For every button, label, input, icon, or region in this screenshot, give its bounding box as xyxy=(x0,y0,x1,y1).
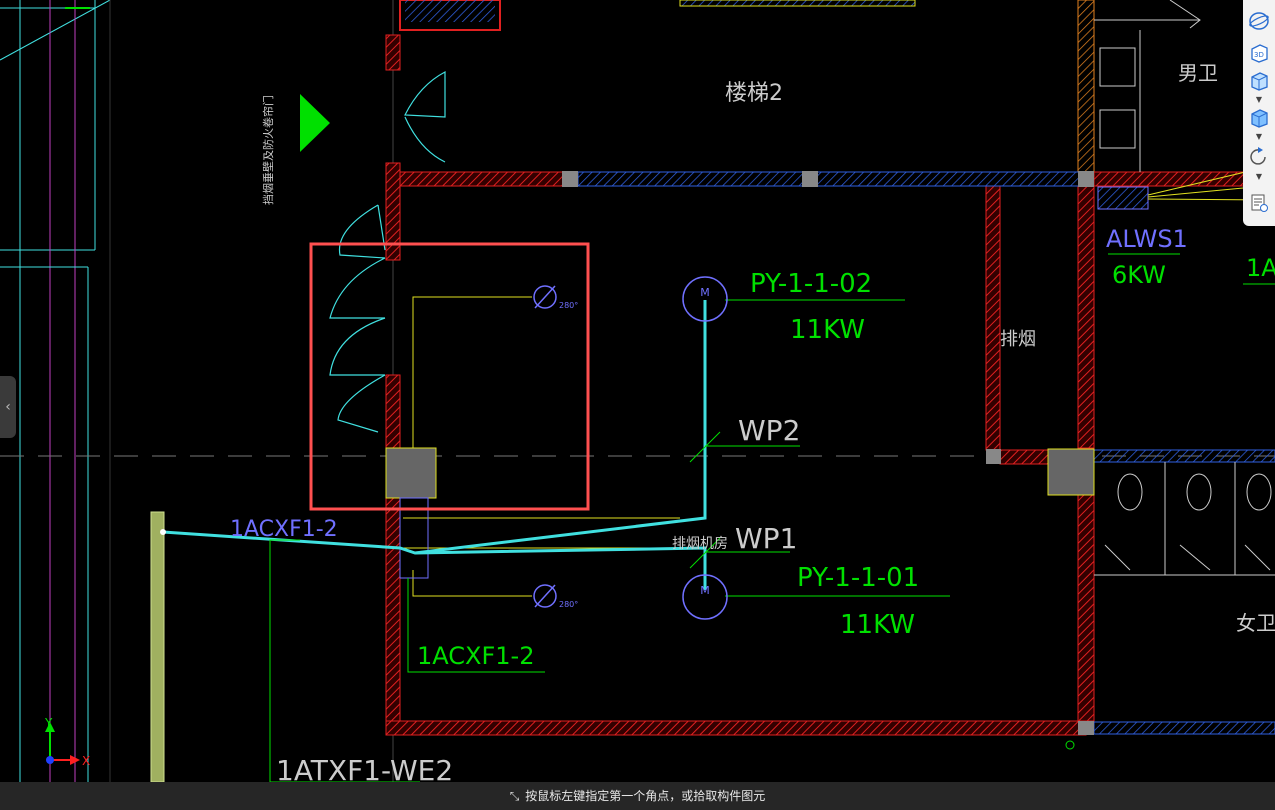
vertical-pipe xyxy=(150,511,165,783)
panel-power: 6KW xyxy=(1112,261,1166,289)
ucs-axes-icon: Y X xyxy=(44,716,90,768)
side-note: 挡烟垂壁及防火卷帘门 xyxy=(261,95,275,205)
damper-size-label: 280° xyxy=(559,301,578,310)
snap-marker xyxy=(1065,740,1075,750)
3d-view-icon[interactable]: 3D xyxy=(1247,42,1271,64)
equipment-power-py-1-1-02: 11KW xyxy=(790,315,865,345)
room-label-male-wc: 男卫 xyxy=(1178,61,1218,85)
damper-lower[interactable]: 280° xyxy=(533,584,578,609)
chevron-down-icon[interactable]: ▼ xyxy=(1253,133,1265,141)
panel-collapse-handle[interactable]: ‹ xyxy=(0,376,16,438)
cable-label-upper: 1ACXF1-2 xyxy=(230,517,338,542)
rotate-icon[interactable] xyxy=(1247,146,1271,168)
cable-node xyxy=(160,529,166,535)
room-label-stair: 楼梯2 xyxy=(725,81,783,106)
view-toolbar: 3D ▼ ▼ ▼ xyxy=(1243,0,1275,226)
command-status-bar: ⤡ 按鼠标左键指定第一个角点，或拾取构件图元 xyxy=(0,782,1275,810)
room-label-female-wc: 女卫 xyxy=(1236,611,1275,635)
chevron-down-icon[interactable]: ▼ xyxy=(1253,173,1265,181)
chevron-left-icon: ‹ xyxy=(5,399,11,415)
panel-partial-tag: 1A xyxy=(1246,254,1275,282)
cube-view-icon[interactable] xyxy=(1247,107,1271,129)
circuit-wp1: WP1 xyxy=(735,522,797,555)
3d-label: 3D xyxy=(1254,51,1264,59)
left-outline-lines xyxy=(0,0,394,782)
circuit-wp2: WP2 xyxy=(738,414,800,447)
selection-box xyxy=(309,242,590,511)
direction-arrow xyxy=(300,94,330,152)
chevron-down-icon[interactable]: ▼ xyxy=(1253,96,1265,104)
cable-runs xyxy=(162,300,707,590)
cad-drawing-canvas[interactable]: M M 280° 280° 楼梯2 男卫 女卫 排烟 排烟机房 挡烟垂壁及防火卷… xyxy=(0,0,1275,810)
panel-tag: ALWS1 xyxy=(1106,225,1188,253)
damper-upper[interactable]: 280° xyxy=(533,285,578,310)
damper-size-label: 280° xyxy=(559,600,578,609)
room-label-fan-room: 排烟机房 xyxy=(672,536,728,552)
equipment-power-py-1-1-01: 11KW xyxy=(840,610,915,640)
pick-corner-icon: ⤡ xyxy=(509,789,520,803)
equipment-tag-py-1-1-02: PY-1-1-02 xyxy=(750,269,872,299)
walls xyxy=(385,0,1275,736)
motor-symbol-label: M xyxy=(700,286,710,299)
cable-label-lower: 1ACXF1-2 xyxy=(417,642,534,670)
axis-x-label: X xyxy=(82,754,90,768)
properties-icon[interactable] xyxy=(1247,192,1271,214)
motor-symbol-label: M xyxy=(700,584,710,597)
box-view-icon[interactable] xyxy=(1247,70,1271,92)
orbit-icon[interactable] xyxy=(1247,10,1271,32)
command-prompt-text: 按鼠标左键指定第一个角点，或拾取构件图元 xyxy=(525,789,766,803)
axis-y-label: Y xyxy=(44,716,53,730)
room-label-smoke-shaft: 排烟 xyxy=(1000,329,1036,350)
equipment-tag-py-1-1-01: PY-1-1-01 xyxy=(797,563,919,593)
